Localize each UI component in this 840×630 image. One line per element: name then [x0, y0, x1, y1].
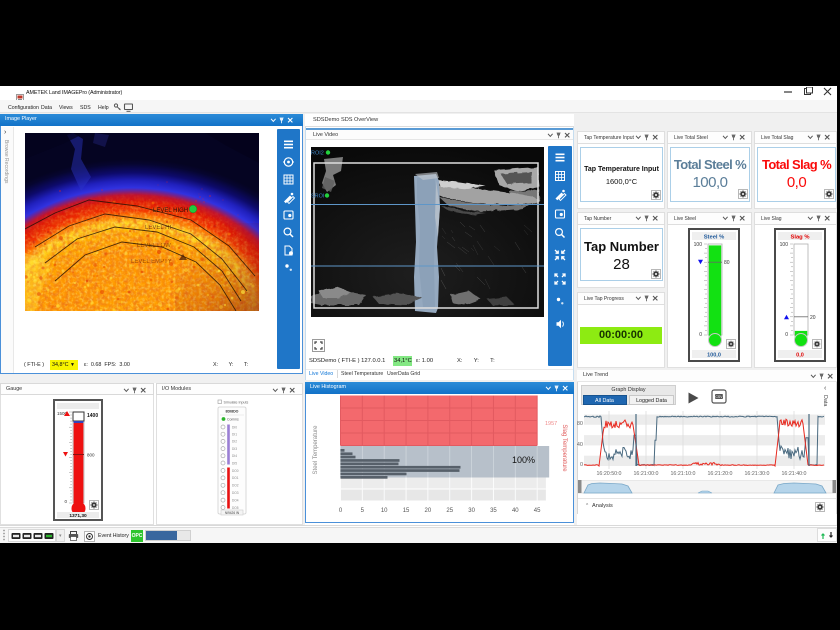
svg-text:100: 100 [694, 242, 703, 248]
svg-text:DO4: DO4 [232, 498, 239, 502]
svg-text:1957: 1957 [545, 421, 557, 427]
svg-text:35: 35 [490, 508, 497, 514]
svg-text:10: 10 [381, 508, 388, 514]
svg-text:DI5: DI5 [232, 461, 237, 465]
svg-text:DI0: DI0 [232, 425, 237, 429]
svg-text:40: 40 [512, 508, 519, 514]
svg-text:8DI8DO: 8DI8DO [226, 410, 239, 414]
svg-text:Comms: Comms [227, 418, 239, 422]
svg-text:CSV: CSV [715, 395, 723, 399]
svg-text:0,0: 0,0 [796, 353, 804, 359]
svg-text:25: 25 [446, 508, 453, 514]
svg-text:30: 30 [468, 508, 475, 514]
svg-text:LEVEL EMPTY: LEVEL EMPTY [131, 259, 172, 265]
svg-text:80: 80 [724, 260, 730, 266]
svg-text:100%: 100% [512, 455, 535, 465]
svg-text:DO0: DO0 [232, 469, 239, 473]
svg-text:DI1: DI1 [232, 433, 237, 437]
svg-text:ROI2: ROI2 [311, 151, 324, 157]
svg-text:LEVEL LOW: LEVEL LOW [137, 243, 171, 249]
svg-text:SROI: SROI [311, 194, 325, 200]
svg-text:DO3: DO3 [232, 491, 239, 495]
svg-text:45: 45 [534, 508, 541, 514]
svg-text:1371,30: 1371,30 [69, 513, 87, 519]
svg-text:DI2: DI2 [232, 440, 237, 444]
svg-text:Slag Temperature: Slag Temperature [561, 424, 567, 472]
svg-text:Slag %: Slag % [790, 235, 809, 241]
svg-text:15: 15 [403, 508, 410, 514]
svg-text:100,0: 100,0 [707, 353, 721, 359]
svg-text:DO2: DO2 [232, 484, 239, 488]
svg-text:DO1: DO1 [232, 476, 239, 480]
svg-text:20: 20 [810, 315, 816, 321]
svg-text:DI4: DI4 [232, 454, 237, 458]
svg-text:DO5: DO5 [232, 506, 239, 510]
svg-text:1400: 1400 [87, 413, 98, 419]
svg-text:LEVEL HIGH: LEVEL HIGH [153, 208, 188, 214]
svg-text:DI3: DI3 [232, 447, 237, 451]
svg-text:LEVEL HI: LEVEL HI [145, 225, 171, 231]
svg-text:0: 0 [785, 332, 788, 338]
svg-text:Steel %: Steel % [704, 235, 725, 241]
svg-text:20: 20 [425, 508, 432, 514]
svg-text:800: 800 [87, 453, 95, 458]
svg-text:0: 0 [699, 332, 702, 338]
svg-text:Simulate Inputs: Simulate Inputs [224, 400, 249, 404]
svg-text:Steel Temperature: Steel Temperature [313, 425, 319, 475]
svg-text:100: 100 [780, 242, 789, 248]
svg-text:NI9426 IN: NI9426 IN [225, 511, 240, 515]
